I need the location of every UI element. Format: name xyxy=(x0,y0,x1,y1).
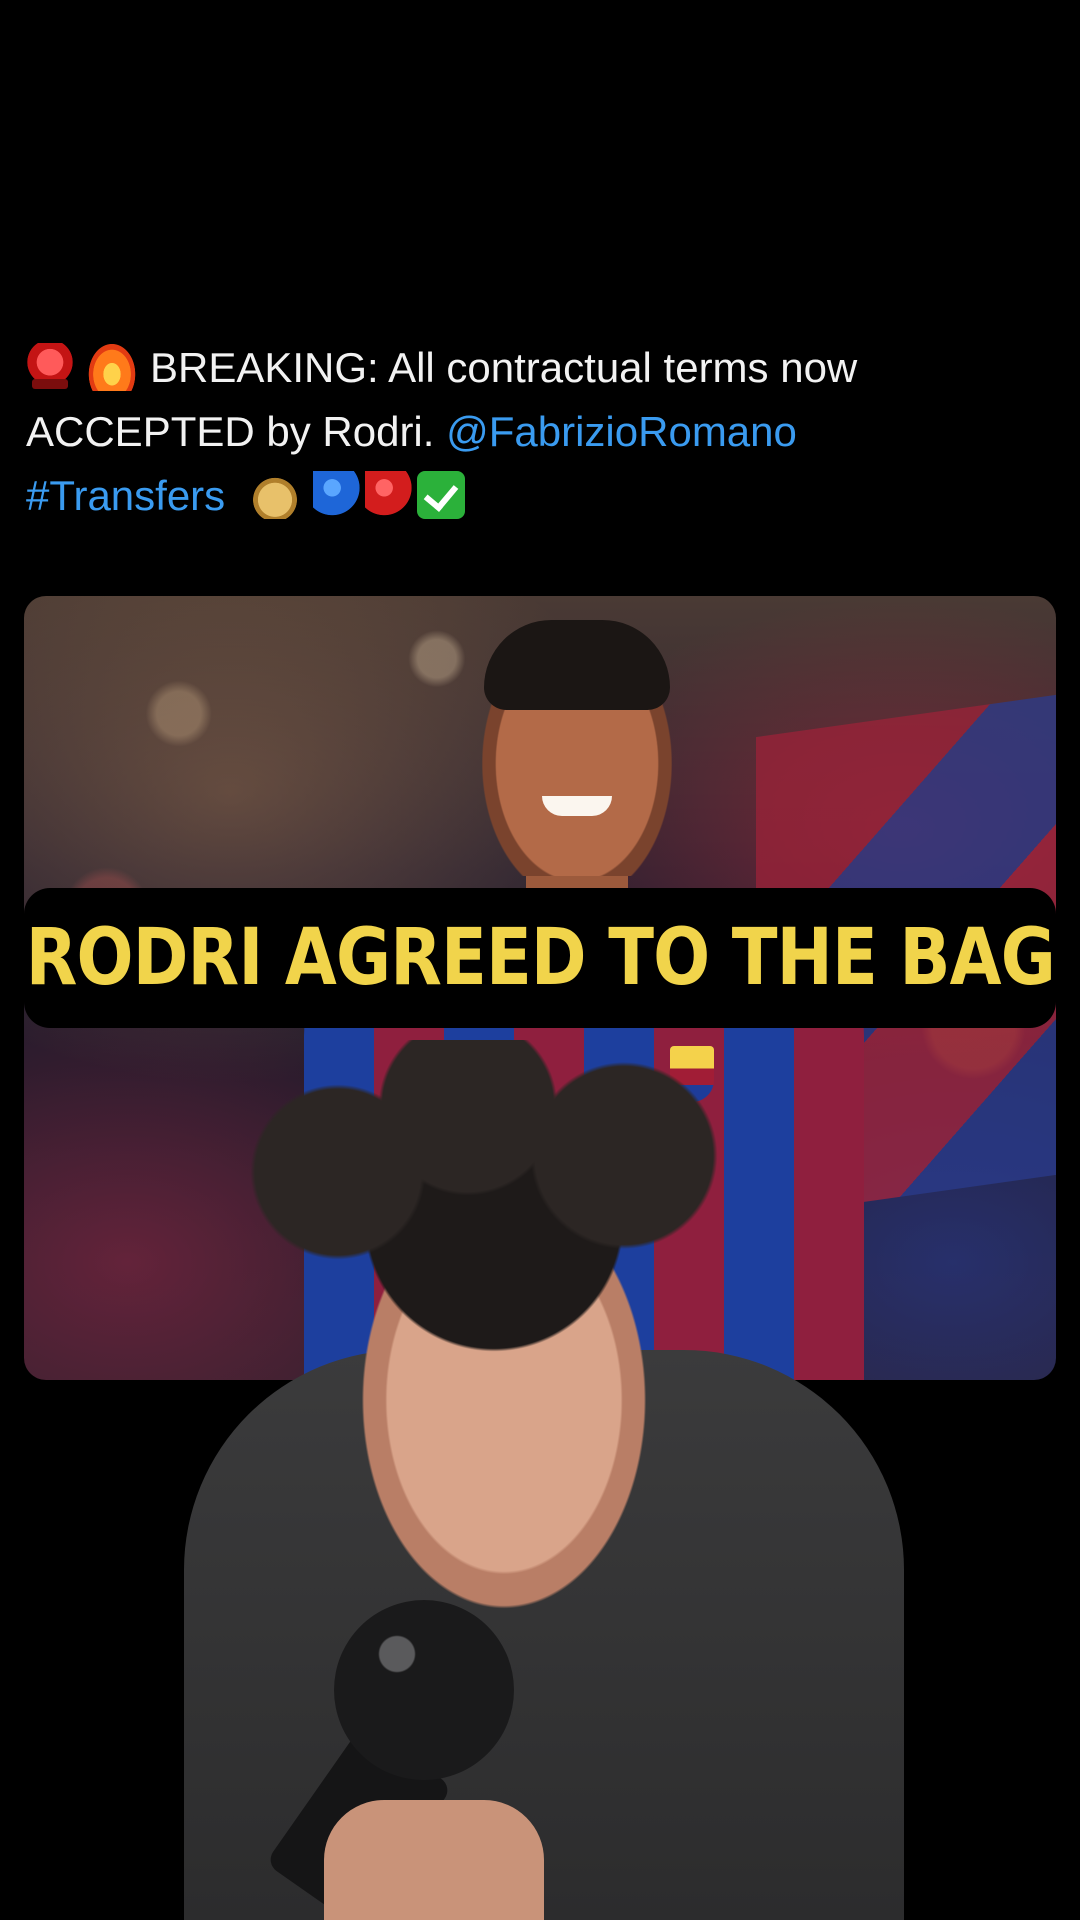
blue-circle-icon xyxy=(312,471,361,519)
money-bag-icon xyxy=(250,471,299,519)
microphone-icon xyxy=(334,1600,514,1780)
fire-icon xyxy=(88,343,136,391)
player-hair xyxy=(484,620,670,710)
hashtag-link[interactable]: #Transfers xyxy=(26,472,225,519)
presenter-video xyxy=(184,1040,904,1920)
caption-banner: RODRI AGREED TO THE BAG xyxy=(24,888,1056,1028)
presenter-hair xyxy=(234,1040,754,1370)
caption-text: RODRI AGREED TO THE BAG xyxy=(25,913,1055,1003)
tweet-text: BREAKING: All contractual terms now ACCE… xyxy=(26,336,1036,528)
player-smile xyxy=(542,796,612,816)
rotating-light-icon xyxy=(26,343,74,391)
red-circle-icon xyxy=(364,471,413,519)
presenter-hand xyxy=(324,1800,544,1920)
mention-link[interactable]: @FabrizioRomano xyxy=(446,408,797,455)
check-mark-icon xyxy=(416,471,465,519)
